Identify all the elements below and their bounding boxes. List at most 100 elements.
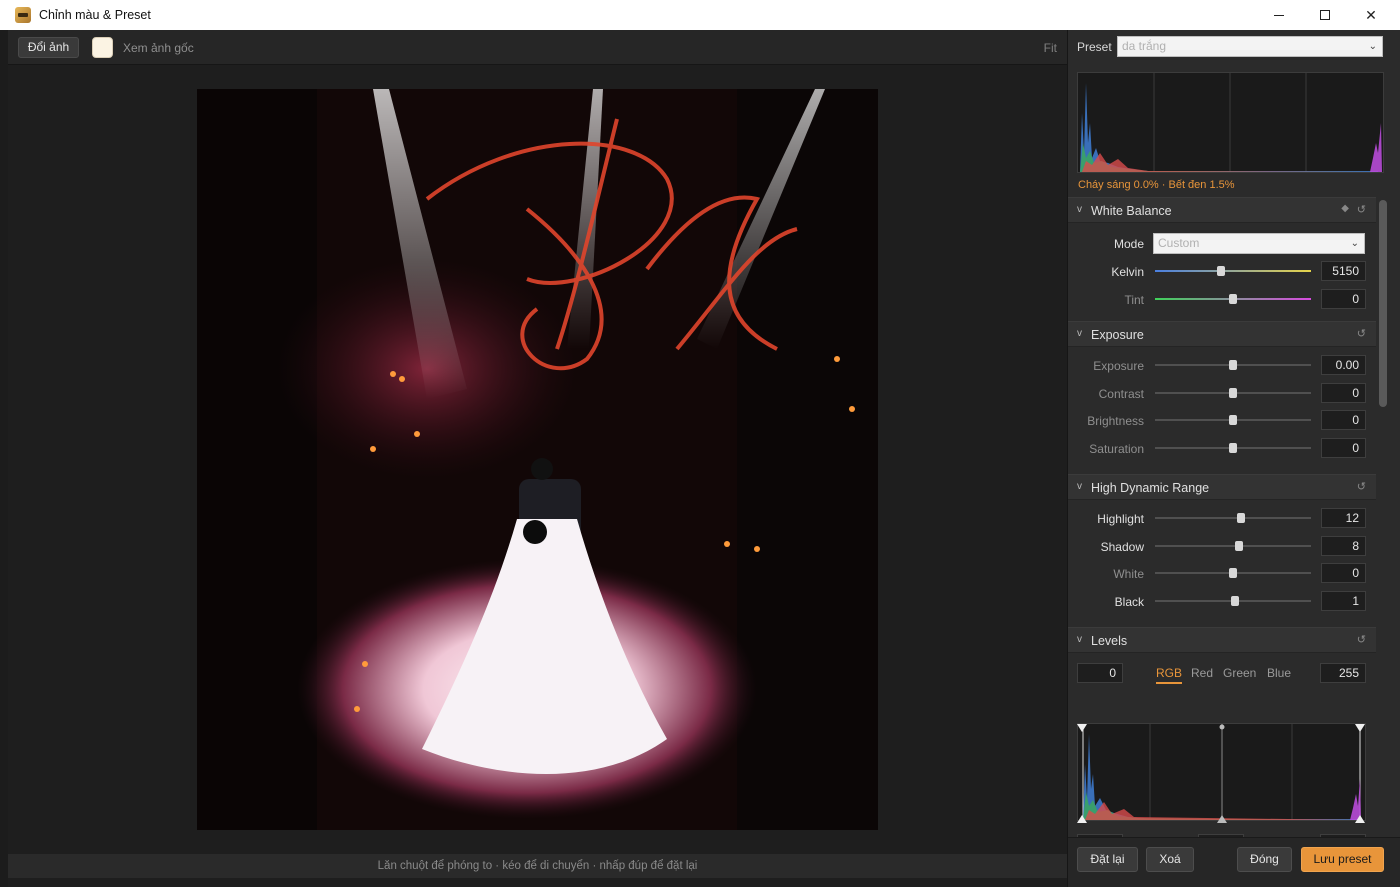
levels-gamma-handle[interactable] (1217, 815, 1227, 823)
pin-icon[interactable]: ◆ (1341, 203, 1349, 214)
title-bar: Chỉnh màu & Preset ✕ (0, 0, 1400, 30)
adjustments-scroll-area[interactable]: v White Balance ◆ ↺ Mode Custom ⌄ Kelvin… (1068, 197, 1378, 837)
close-icon: ✕ (1365, 6, 1377, 23)
histogram-graph (1080, 73, 1382, 172)
exposure-exposure-slider[interactable] (1155, 360, 1311, 370)
exposure-title: Exposure (1091, 328, 1144, 342)
reset-icon[interactable]: ↺ (1357, 203, 1366, 216)
preset-label: Preset (1077, 40, 1112, 54)
kelvin-slider[interactable] (1155, 266, 1311, 276)
hdr-white-value[interactable]: 0 (1321, 563, 1366, 583)
exposure-contrast-value[interactable]: 0 (1321, 382, 1366, 403)
preset-select[interactable]: da trắng ⌄ (1117, 36, 1383, 57)
white-balance-header[interactable]: v White Balance ◆ ↺ (1068, 197, 1376, 223)
preview-photo[interactable] (197, 89, 878, 830)
levels-gamma-handle-top[interactable] (1219, 724, 1225, 730)
exposure-exposure-value[interactable]: 0.00 (1321, 355, 1366, 375)
view-original-label: Xem ảnh gốc (123, 41, 194, 55)
delete-button[interactable]: Xoá (1146, 847, 1194, 872)
hdr-black-slider[interactable] (1155, 595, 1311, 606)
exposure-saturation-slider[interactable] (1155, 442, 1311, 453)
chevron-down-icon: v (1077, 481, 1082, 492)
panel-scrollbar-thumb[interactable] (1379, 200, 1387, 407)
chevron-down-icon: v (1077, 204, 1082, 215)
hdr-black-label: Black (1114, 594, 1144, 609)
preview-toolbar: Đổi ảnh Xem ảnh gốc Fit (8, 30, 1067, 65)
exposure-contrast-slider-thumb[interactable] (1229, 387, 1237, 398)
wedding-photo-illustration (197, 89, 878, 830)
exposure-brightness-label: Brightness (1087, 414, 1144, 428)
hdr-shadow-slider[interactable] (1155, 540, 1311, 551)
levels-tab-red[interactable]: Red (1191, 666, 1213, 680)
hdr-black-value[interactable]: 1 (1321, 590, 1366, 611)
chevron-down-icon: v (1077, 634, 1082, 645)
exposure-brightness-value[interactable]: 0 (1321, 410, 1366, 430)
hdr-highlight-value[interactable]: 12 (1321, 508, 1366, 528)
hdr-highlight-slider-thumb[interactable] (1236, 513, 1245, 523)
exposure-exposure-slider-thumb[interactable] (1229, 360, 1237, 370)
clipping-info: Cháy sáng 0.0% · Bết đen 1.5% (1078, 179, 1235, 191)
reset-icon[interactable]: ↺ (1357, 480, 1366, 493)
levels-header[interactable]: v Levels ↺ (1068, 627, 1376, 653)
levels-markers (1077, 724, 1365, 823)
hdr-shadow-value[interactable]: 8 (1321, 535, 1366, 556)
reset-button[interactable]: Đặt lại (1077, 847, 1138, 872)
exposure-header[interactable]: v Exposure ↺ (1068, 321, 1376, 347)
levels-white-handle[interactable] (1355, 815, 1365, 823)
levels-tab-green[interactable]: Green (1223, 666, 1256, 680)
exposure-contrast-slider[interactable] (1155, 387, 1311, 398)
chevron-down-icon: ⌄ (1350, 238, 1359, 249)
tint-slider[interactable] (1155, 294, 1311, 304)
maximize-button[interactable] (1302, 0, 1348, 30)
adjustment-panel: Preset da trắng ⌄ Cháy sáng 0.0% · Bết đ… (1067, 30, 1400, 887)
fit-button[interactable]: Fit (1044, 41, 1057, 55)
exposure-brightness-slider[interactable] (1155, 415, 1311, 425)
levels-input-black[interactable]: 0 (1077, 663, 1123, 683)
exposure-saturation-slider-thumb[interactable] (1229, 442, 1237, 453)
hdr-white-slider[interactable] (1155, 568, 1311, 578)
tint-value[interactable]: 0 (1321, 289, 1366, 309)
reset-icon[interactable]: ↺ (1357, 327, 1366, 340)
hdr-title: High Dynamic Range (1091, 481, 1210, 495)
reset-icon[interactable]: ↺ (1357, 633, 1366, 646)
close-window-button[interactable]: ✕ (1348, 0, 1394, 30)
hdr-highlight-slider[interactable] (1155, 513, 1311, 523)
kelvin-value[interactable]: 5150 (1321, 261, 1366, 281)
levels-black-handle-top[interactable] (1077, 724, 1087, 732)
levels-white-handle-top[interactable] (1355, 724, 1365, 732)
levels-black-handle[interactable] (1077, 815, 1087, 823)
preset-value: da trắng (1122, 39, 1167, 53)
hdr-shadow-slider-thumb[interactable] (1235, 540, 1244, 551)
hdr-white-slider-thumb[interactable] (1229, 568, 1237, 578)
levels-tab-rgb[interactable]: RGB (1156, 666, 1183, 684)
levels-input-white[interactable]: 255 (1320, 663, 1366, 683)
save-preset-button[interactable]: Lưu preset (1301, 847, 1384, 872)
action-bar: Đặt lại Xoá Đóng Lưu preset (1068, 837, 1400, 887)
preview-canvas[interactable] (8, 65, 1067, 852)
window-title: Chỉnh màu & Preset (39, 8, 151, 22)
tint-slider-thumb[interactable] (1229, 294, 1237, 304)
image-preview-area: Đổi ảnh Xem ảnh gốc Fit Lăn chuột để phó… (8, 30, 1067, 887)
hdr-white-label: White (1113, 567, 1144, 581)
panel-scrollbar[interactable] (1379, 200, 1387, 840)
levels-tab-blue[interactable]: Blue (1267, 666, 1291, 680)
hdr-shadow-label: Shadow (1100, 539, 1144, 554)
wb-mode-value: Custom (1158, 236, 1200, 250)
kelvin-label: Kelvin (1111, 265, 1144, 279)
hdr-header[interactable]: v High Dynamic Range ↺ (1068, 474, 1376, 500)
minimize-button[interactable] (1256, 0, 1302, 30)
exposure-contrast-label: Contrast (1098, 386, 1144, 401)
close-button[interactable]: Đóng (1237, 847, 1292, 872)
color-preset-window: Chỉnh màu & Preset ✕ Đổi ảnh Xem ảnh gốc… (0, 0, 1400, 887)
kelvin-slider-thumb[interactable] (1216, 266, 1225, 276)
view-original-toggle[interactable] (92, 37, 113, 58)
levels-title: Levels (1091, 634, 1128, 648)
exposure-exposure-label: Exposure (1093, 359, 1144, 373)
wb-mode-select[interactable]: Custom ⌄ (1153, 233, 1365, 254)
exposure-brightness-slider-thumb[interactable] (1229, 415, 1237, 425)
change-image-button[interactable]: Đổi ảnh (18, 37, 79, 58)
hdr-black-slider-thumb[interactable] (1230, 595, 1239, 606)
chevron-down-icon: ⌄ (1368, 41, 1377, 52)
exposure-saturation-value[interactable]: 0 (1321, 437, 1366, 458)
chevron-down-icon: v (1077, 328, 1082, 339)
